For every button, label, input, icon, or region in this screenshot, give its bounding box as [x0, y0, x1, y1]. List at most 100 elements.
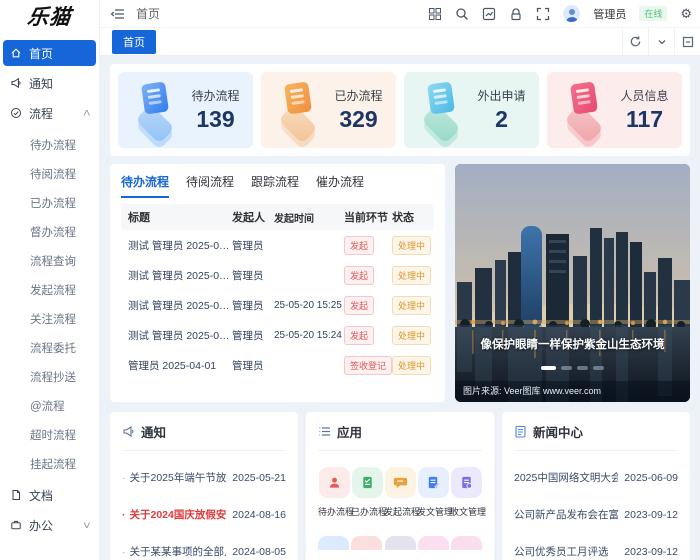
sidebar-subitem-todo-flow[interactable]: 待办流程: [0, 130, 99, 159]
news-date: 2023-09-12: [624, 545, 678, 558]
table-row[interactable]: 测试 管理员 2025-05-29 管理员 发起 处理中: [121, 260, 434, 290]
row-title[interactable]: 测试 管理员 2025-05-29: [121, 268, 232, 283]
process-submenu: 待办流程 待阅流程 已办流程 督办流程 流程查询 发起流程 关注流程 流程委托 …: [0, 130, 99, 478]
sidebar-subitem-at-flow[interactable]: @流程: [0, 391, 99, 420]
news-item[interactable]: 公司优秀员工月评选 2023-09-12: [514, 533, 678, 560]
news-date: 2025-06-09: [624, 471, 678, 484]
col-title: 标题: [128, 212, 150, 224]
news-text: 公司新产品发布会在富丽饭店召...: [514, 509, 619, 521]
fullscreen-icon[interactable]: [536, 7, 550, 21]
stat-card-out-request[interactable]: 外出申请 2: [404, 72, 539, 150]
news-panel: 新闻中心 2025中国网络文明大会互联网公... 2025-06-09 公司新产…: [502, 412, 690, 560]
sidebar-item-home[interactable]: 首页: [3, 40, 96, 66]
middle-row: 待办流程 待阅流程 跟踪流程 催办流程 标题 发起人 发起时间 当前环节 状态: [110, 164, 690, 402]
col-status: 状态: [392, 212, 414, 224]
tabbar-controls: [622, 28, 700, 55]
stat-card-personnel[interactable]: 人员信息 117: [547, 72, 682, 150]
table-row[interactable]: 测试 管理员 2025-05-29 管理员 发起 处理中: [121, 230, 434, 260]
flow-table: 标题 发起人 发起时间 当前环节 状态 测试 管理员 2025-05-29 管理…: [121, 204, 434, 380]
sidebar-item-process[interactable]: 流程 ᐱ: [3, 100, 96, 126]
sidebar-nav: 首页 通知 流程 ᐱ 待办流程 待阅流程 已办流程 督办流程 流程查询 发起流程…: [0, 32, 99, 542]
row-title[interactable]: 测试 管理员 2025-05-20: [121, 298, 232, 313]
carousel-dot[interactable]: [577, 366, 588, 370]
page-tabbar: 首页: [100, 28, 700, 56]
sidebar-subitem-delegate-flow[interactable]: 流程委托: [0, 333, 99, 362]
sidebar-subitem-done-flow[interactable]: 已办流程: [0, 188, 99, 217]
carousel-dot[interactable]: [561, 366, 572, 370]
sidebar-item-docs[interactable]: 文档: [3, 482, 96, 508]
sidebar-subitem-cc-flow[interactable]: 流程抄送: [0, 362, 99, 391]
table-row[interactable]: 管理员 2025-04-01 管理员 签收登记 处理中: [121, 350, 434, 380]
user-avatar[interactable]: [563, 5, 581, 22]
flow-panel: 待办流程 待阅流程 跟踪流程 催办流程 标题 发起人 发起时间 当前环节 状态: [110, 164, 445, 402]
news-item[interactable]: 2025中国网络文明大会互联网公... 2025-06-09: [514, 459, 678, 496]
stat-value: 139: [196, 106, 235, 132]
table-row[interactable]: 测试 管理员 2025-05-20 管理员 25-05-20 15:25 发起 …: [121, 290, 434, 320]
carousel-dot[interactable]: [541, 366, 556, 370]
chevron-down-icon[interactable]: [648, 28, 674, 55]
table-row[interactable]: 测试 管理员 2025-05-20 管理员 25-05-20 15:24 发起 …: [121, 320, 434, 350]
app-shortcut-receive-docs[interactable]: 收文管理: [450, 467, 486, 518]
step-badge: 发起: [344, 295, 375, 315]
sidebar-item-label: 流程: [29, 106, 54, 121]
flow-tabs: 待办流程 待阅流程 跟踪流程 催办流程: [121, 173, 434, 198]
person-icon: [318, 467, 350, 498]
step-badge: 发起: [344, 325, 375, 345]
stat-card-done-flow[interactable]: 已办流程 329: [261, 72, 396, 150]
row-starter: 管理员: [232, 329, 264, 342]
sidebar-item-notice[interactable]: 通知: [3, 70, 96, 96]
image-carousel[interactable]: 像保护眼睛一样保护紫金山生态环境 图片来源: Veer图库 www.veer.c…: [455, 164, 690, 402]
flow-tab-urge[interactable]: 催办流程: [316, 173, 364, 198]
layout-grid-icon[interactable]: [428, 7, 442, 21]
username[interactable]: 管理员: [593, 6, 626, 22]
flow-tab-todo[interactable]: 待办流程: [121, 173, 170, 198]
tab-home[interactable]: 首页: [112, 29, 156, 54]
notice-text: 关于某某事项的全部人员通知公告: [129, 546, 227, 558]
list-icon: [318, 425, 331, 438]
news-item[interactable]: 公司新产品发布会在富丽饭店召... 2023-09-12: [514, 496, 678, 533]
dashboard-chart-icon[interactable]: [482, 7, 496, 21]
sidebar-subitem-suspend-flow[interactable]: 挂起流程: [0, 449, 99, 478]
flow-tab-track[interactable]: 跟踪流程: [251, 173, 299, 198]
stat-value: 117: [625, 106, 664, 132]
sidebar-item-office[interactable]: 办公 ᐯ: [3, 512, 96, 538]
flow-tab-toread[interactable]: 待阅流程: [186, 173, 234, 198]
app-shortcut-dispatch-docs[interactable]: 发文管理: [417, 467, 453, 518]
content: 待办流程 139 已办流程 329 外出申请 2 人员信息 117 待办流程 待…: [100, 56, 700, 560]
settings-gear-icon[interactable]: ⚙: [680, 6, 692, 22]
notice-date: 2024-08-16: [232, 508, 286, 521]
notice-item[interactable]: · 关于2024国庆放假安排 2024-08-16: [122, 496, 286, 533]
sidebar-subitem-toread-flow[interactable]: 待阅流程: [0, 159, 99, 188]
search-icon[interactable]: [455, 7, 469, 21]
carousel-dot[interactable]: [593, 366, 604, 370]
out-request-3d-icon: [412, 81, 470, 150]
sidebar-subitem-follow-flow[interactable]: 关注流程: [0, 304, 99, 333]
sidebar-subitem-flow-query[interactable]: 流程查询: [0, 246, 99, 275]
row-title[interactable]: 测试 管理员 2025-05-29: [121, 238, 232, 253]
expand-icon[interactable]: [674, 28, 700, 55]
refresh-icon[interactable]: [622, 28, 648, 55]
apps-second-row-partial: [318, 536, 482, 550]
online-status-badge: 在线: [639, 6, 668, 21]
app-shortcut-todo-flow[interactable]: 待办流程: [318, 467, 354, 518]
app-shortcut-start-flow[interactable]: 发起流程: [384, 467, 420, 518]
sidebar-collapse-icon[interactable]: [110, 6, 126, 22]
sidebar-subitem-supervise-flow[interactable]: 督办流程: [0, 217, 99, 246]
megaphone-icon: [122, 425, 135, 438]
app-shortcut-done-flow[interactable]: 已办流程: [351, 467, 387, 518]
stat-card-todo-flow[interactable]: 待办流程 139: [118, 72, 253, 150]
breadcrumb[interactable]: 首页: [136, 5, 160, 22]
stat-value: 2: [495, 106, 508, 132]
panel-title: 应用: [337, 426, 363, 440]
step-badge: 签收登记: [344, 355, 393, 375]
lock-icon[interactable]: [509, 7, 523, 21]
sidebar-subitem-start-flow[interactable]: 发起流程: [0, 275, 99, 304]
apps-panel: 应用 待办流程 已办流程 发起流程 发文管理 收文管理: [306, 412, 494, 560]
row-title[interactable]: 测试 管理员 2025-05-20: [121, 328, 232, 343]
notice-item[interactable]: · 关于某某事项的全部人员通知公告 2024-08-05: [122, 533, 286, 560]
sidebar-subitem-timeout-flow[interactable]: 超时流程: [0, 420, 99, 449]
image-credit: 图片来源: Veer图库 www.veer.com: [455, 381, 690, 402]
notice-item[interactable]: · 关于2025年端午节放假的通知 2025-05-21: [122, 459, 286, 496]
document-check-icon: [351, 467, 383, 498]
row-title[interactable]: 管理员 2025-04-01: [121, 358, 232, 373]
